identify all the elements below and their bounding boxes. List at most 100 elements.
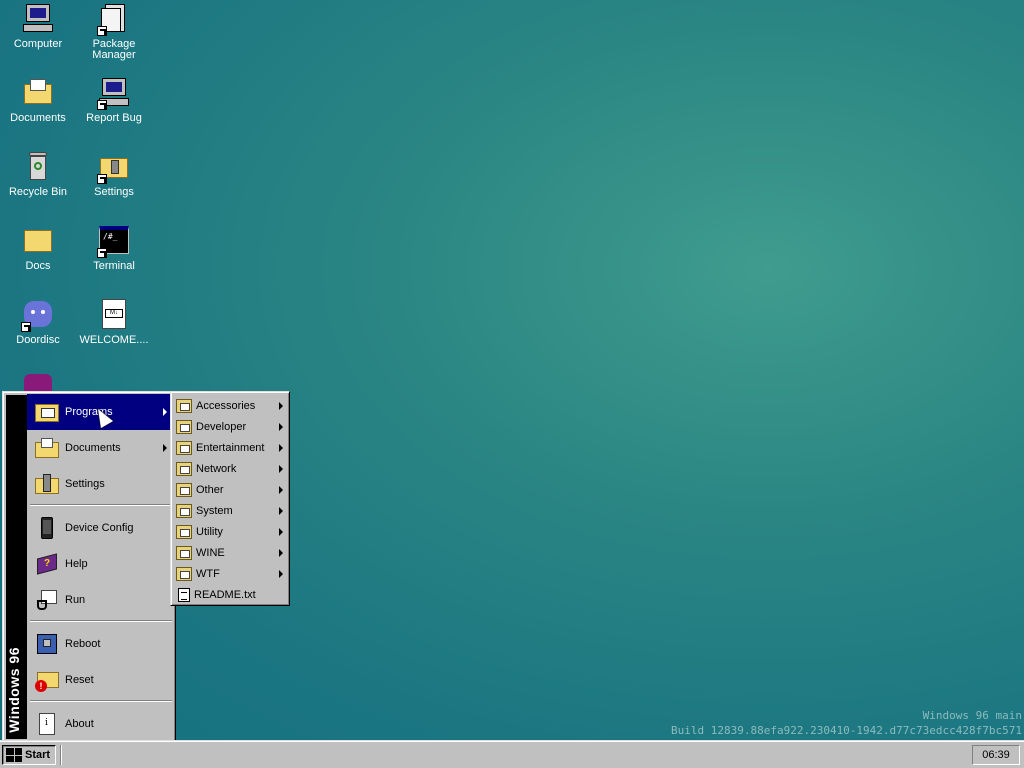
start-item-run[interactable]: Run bbox=[27, 582, 173, 618]
programs-item-network[interactable]: Network bbox=[174, 458, 287, 479]
programs-item-wtf[interactable]: WTF bbox=[174, 563, 287, 584]
watermark-line-2: Build 12839.88efa922.230410-1942.d77c73e… bbox=[671, 724, 1022, 737]
program-group-icon bbox=[176, 545, 192, 560]
desktop-icon-label: Docs bbox=[25, 260, 51, 272]
report-bug-icon bbox=[97, 76, 131, 110]
menu-separator bbox=[30, 620, 172, 622]
desktop-icon-label: WELCOME.... bbox=[79, 334, 149, 346]
doordisc-icon bbox=[21, 298, 55, 332]
desktop-icon-report-bug[interactable]: Report Bug bbox=[76, 76, 152, 124]
start-item-reboot[interactable]: Reboot bbox=[27, 626, 173, 662]
start-item-label: Documents bbox=[65, 442, 121, 454]
taskbar-divider bbox=[60, 745, 62, 765]
start-button-label: Start bbox=[25, 749, 51, 761]
taskbar: Start 06:39 bbox=[0, 740, 1024, 768]
start-item-settings[interactable]: Settings bbox=[27, 466, 173, 502]
program-group-icon bbox=[176, 524, 192, 539]
desktop-icon-label: Report Bug bbox=[86, 112, 142, 124]
program-group-icon bbox=[176, 461, 192, 476]
start-item-about[interactable]: i About bbox=[27, 706, 173, 742]
programs-item-label: System bbox=[196, 504, 233, 517]
start-button[interactable]: Start bbox=[2, 745, 56, 765]
desktop-icon-terminal[interactable]: /#_ Terminal bbox=[76, 224, 152, 272]
start-item-label: Device Config bbox=[65, 522, 134, 534]
desktop-icon-package-manager[interactable]: Package Manager bbox=[76, 2, 152, 61]
text-file-icon bbox=[178, 587, 190, 602]
menu-separator bbox=[30, 700, 172, 702]
start-item-label: Reboot bbox=[65, 638, 101, 650]
recycle-bin-icon bbox=[21, 150, 55, 184]
submenu-arrow-icon bbox=[279, 528, 283, 536]
programs-item-label: WTF bbox=[196, 567, 220, 580]
desktop-icon-label: Terminal bbox=[93, 260, 135, 272]
start-menu-band: Windows 96 bbox=[6, 395, 27, 739]
programs-submenu: Accessories Developer Entertainment Netw… bbox=[170, 391, 290, 606]
start-item-documents[interactable]: Documents bbox=[27, 430, 173, 466]
programs-item-readme[interactable]: README.txt bbox=[174, 584, 287, 605]
computer-icon bbox=[21, 2, 55, 36]
desktop-icon-documents[interactable]: Documents bbox=[0, 76, 76, 124]
submenu-arrow-icon bbox=[163, 408, 167, 416]
programs-item-label: README.txt bbox=[194, 588, 256, 601]
start-item-reset[interactable]: ! Reset bbox=[27, 662, 173, 698]
programs-item-accessories[interactable]: Accessories bbox=[174, 395, 287, 416]
start-item-label: About bbox=[65, 718, 94, 730]
system-tray[interactable]: 06:39 bbox=[972, 745, 1020, 765]
desktop-icon-label: Recycle Bin bbox=[8, 186, 68, 198]
start-logo-icon bbox=[6, 748, 22, 762]
programs-item-entertainment[interactable]: Entertainment bbox=[174, 437, 287, 458]
run-icon bbox=[35, 588, 59, 612]
folder-icon bbox=[21, 224, 55, 258]
programs-item-label: Utility bbox=[196, 525, 223, 538]
submenu-arrow-icon bbox=[279, 570, 283, 578]
programs-item-label: WINE bbox=[196, 546, 225, 559]
start-item-label: Reset bbox=[65, 674, 94, 686]
help-book-icon: ? bbox=[35, 552, 59, 576]
desktop-icon-label: Documents bbox=[10, 112, 66, 124]
desktop-icon-settings[interactable]: Settings bbox=[76, 150, 152, 198]
desktop-icon-docs[interactable]: Docs bbox=[0, 224, 76, 272]
desktop-icon-welcome[interactable]: M↓ WELCOME.... bbox=[76, 298, 152, 346]
programs-item-label: Network bbox=[196, 462, 237, 475]
desktop-icon-recycle-bin[interactable]: Recycle Bin bbox=[0, 150, 76, 198]
desktop-icon-computer[interactable]: Computer bbox=[0, 2, 76, 50]
watermark-line-1: Windows 96 main bbox=[922, 709, 1022, 722]
device-config-icon bbox=[35, 516, 59, 540]
submenu-arrow-icon bbox=[279, 486, 283, 494]
desktop-icon-label: Doordisc bbox=[16, 334, 60, 346]
submenu-arrow-icon bbox=[279, 507, 283, 515]
start-item-label: Settings bbox=[65, 478, 105, 490]
start-item-help[interactable]: ? Help bbox=[27, 546, 173, 582]
settings-icon bbox=[97, 150, 131, 184]
programs-item-wine[interactable]: WINE bbox=[174, 542, 287, 563]
start-item-label: Run bbox=[65, 594, 86, 606]
build-watermark: Windows 96 main Build 12839.88efa922.230… bbox=[671, 708, 1022, 738]
documents-folder-icon bbox=[21, 76, 55, 110]
programs-icon bbox=[35, 400, 59, 424]
submenu-arrow-icon bbox=[279, 444, 283, 452]
program-group-icon bbox=[176, 419, 192, 434]
start-item-device-config[interactable]: Device Config bbox=[27, 510, 173, 546]
start-menu: Windows 96 Programs Documents Settings D… bbox=[2, 391, 176, 743]
programs-item-other[interactable]: Other bbox=[174, 479, 287, 500]
programs-item-developer[interactable]: Developer bbox=[174, 416, 287, 437]
settings-icon bbox=[35, 472, 59, 496]
program-group-icon bbox=[176, 566, 192, 581]
program-group-icon bbox=[176, 398, 192, 413]
submenu-arrow-icon bbox=[279, 549, 283, 557]
clock: 06:39 bbox=[982, 749, 1010, 761]
programs-item-label: Developer bbox=[196, 420, 247, 433]
program-group-icon bbox=[176, 482, 192, 497]
program-group-icon bbox=[176, 503, 192, 518]
reboot-icon bbox=[35, 632, 59, 656]
programs-item-label: Other bbox=[196, 483, 224, 496]
desktop-icon-label: Settings bbox=[94, 186, 134, 198]
programs-item-utility[interactable]: Utility bbox=[174, 521, 287, 542]
desktop-icon-doordisc[interactable]: Doordisc bbox=[0, 298, 76, 346]
programs-item-system[interactable]: System bbox=[174, 500, 287, 521]
programs-item-label: Entertainment bbox=[196, 441, 265, 454]
partial-desktop-icon[interactable] bbox=[24, 374, 52, 392]
reset-icon: ! bbox=[35, 668, 59, 692]
submenu-arrow-icon bbox=[279, 402, 283, 410]
about-icon: i bbox=[35, 712, 59, 736]
